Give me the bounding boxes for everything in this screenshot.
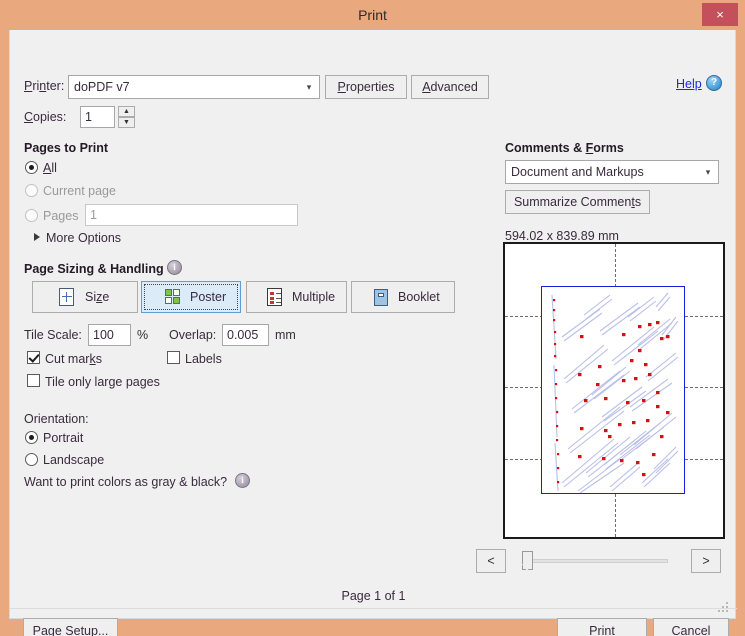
page-slider-thumb[interactable] bbox=[522, 551, 533, 571]
page-slider-track[interactable] bbox=[522, 559, 668, 563]
advanced-button-label: Advanced bbox=[422, 80, 478, 94]
next-page-button[interactable]: > bbox=[691, 549, 721, 573]
sizing-mode-booklet-label: Booklet bbox=[398, 290, 440, 304]
sizing-mode-size[interactable]: Size bbox=[32, 281, 138, 313]
page-indicator: Page 1 of 1 bbox=[341, 589, 406, 603]
sizing-mode-multiple-label: Multiple bbox=[292, 290, 336, 304]
advanced-button[interactable]: Advanced bbox=[411, 75, 489, 99]
chevron-right-icon[interactable] bbox=[34, 233, 40, 241]
tile-scale-label: Tile Scale: bbox=[24, 328, 82, 342]
info-icon-page-sizing[interactable]: i bbox=[167, 260, 182, 275]
size-icon bbox=[57, 288, 76, 307]
sizing-mode-size-label: Size bbox=[85, 290, 110, 304]
footer-divider bbox=[10, 608, 737, 609]
radio-landscape-label: Landscape bbox=[43, 453, 105, 467]
radio-pages[interactable] bbox=[25, 209, 38, 222]
close-icon[interactable]: × bbox=[702, 3, 738, 26]
tile-scale-input[interactable]: 100 bbox=[88, 324, 131, 346]
page-setup-button[interactable]: Page Setup... bbox=[23, 618, 118, 636]
print-preview bbox=[503, 242, 725, 539]
radio-portrait[interactable] bbox=[25, 431, 38, 444]
overlap-label: Overlap: bbox=[169, 328, 217, 342]
orientation-heading: Orientation: bbox=[24, 412, 89, 426]
printer-select-value: doPDF v7 bbox=[74, 80, 130, 94]
checkbox-tile-only-large-pages[interactable] bbox=[27, 374, 40, 387]
comments-forms-select-value: Document and Markups bbox=[511, 165, 644, 179]
booklet-icon bbox=[371, 288, 390, 307]
radio-landscape[interactable] bbox=[25, 453, 38, 466]
summarize-comments-label: Summarize Comments bbox=[513, 195, 642, 209]
radio-pages-label: Pages bbox=[43, 209, 79, 223]
chevron-down-icon: ▾ bbox=[698, 161, 718, 183]
properties-button[interactable]: Properties bbox=[325, 75, 407, 99]
page-sizing-heading: Page Sizing & Handling bbox=[24, 262, 164, 276]
triangle-down-icon: ▼ bbox=[123, 119, 130, 126]
help-icon[interactable]: ? bbox=[706, 75, 722, 91]
more-options-toggle[interactable]: More Options bbox=[46, 231, 121, 245]
printer-select[interactable]: doPDF v7 ▾ bbox=[68, 75, 320, 99]
copies-label: Copies: bbox=[24, 110, 67, 124]
print-dialog-window: Print × Printer: doPDF v7 ▾ Properties A… bbox=[0, 0, 745, 636]
info-icon-gray-black[interactable]: i bbox=[235, 473, 250, 488]
radio-all[interactable] bbox=[25, 161, 38, 174]
sizing-mode-booklet[interactable]: Booklet bbox=[351, 281, 455, 313]
radio-all-label: All bbox=[43, 161, 57, 175]
pages-to-print-heading: Pages to Print bbox=[24, 141, 109, 155]
copies-stepper[interactable]: ▲ ▼ bbox=[118, 106, 135, 128]
page-setup-button-label: Page Setup... bbox=[32, 624, 109, 636]
page-dimensions-text: 594.02 x 839.89 mm bbox=[505, 229, 619, 243]
checkbox-labels-label: Labels bbox=[185, 352, 222, 366]
sizing-mode-poster[interactable]: Poster bbox=[141, 281, 241, 313]
checkbox-tile-only-large-pages-label: Tile only large pages bbox=[45, 375, 160, 389]
summarize-comments-button[interactable]: Summarize Comments bbox=[505, 190, 650, 214]
window-title: Print bbox=[358, 7, 387, 23]
checkbox-cut-marks-label: Cut marks bbox=[45, 352, 102, 366]
preview-plot-graphic bbox=[551, 292, 679, 493]
radio-current-page[interactable] bbox=[25, 184, 38, 197]
poster-icon bbox=[164, 288, 183, 307]
tile-scale-unit: % bbox=[137, 328, 149, 342]
properties-button-label: Properties bbox=[337, 80, 395, 94]
print-button[interactable]: Print bbox=[557, 618, 647, 636]
printer-label: Printer: bbox=[24, 79, 65, 93]
triangle-up-icon: ▲ bbox=[123, 108, 130, 115]
previous-page-button[interactable]: < bbox=[476, 549, 506, 573]
chevron-down-icon: ▾ bbox=[299, 76, 319, 98]
copies-stepper-up[interactable]: ▲ bbox=[118, 106, 135, 117]
copies-input[interactable]: 1 bbox=[80, 106, 115, 128]
comments-forms-heading: Comments & Forms bbox=[505, 141, 624, 155]
checkbox-cut-marks[interactable] bbox=[27, 351, 40, 364]
help-link[interactable]: Help bbox=[676, 77, 702, 91]
comments-forms-select[interactable]: Document and Markups ▾ bbox=[505, 160, 719, 184]
gray-black-question: Want to print colors as gray & black? bbox=[24, 475, 228, 489]
overlap-unit: mm bbox=[275, 328, 296, 342]
cancel-button[interactable]: Cancel bbox=[653, 618, 729, 636]
multiple-icon bbox=[265, 288, 284, 307]
resize-grip[interactable] bbox=[718, 602, 730, 614]
radio-current-page-label: Current page bbox=[43, 184, 116, 198]
checkbox-labels[interactable] bbox=[167, 351, 180, 364]
sizing-mode-multiple[interactable]: Multiple bbox=[246, 281, 347, 313]
dialog-client-area: Printer: doPDF v7 ▾ Properties Advanced … bbox=[9, 30, 737, 636]
title-bar: Print × bbox=[0, 0, 745, 30]
copies-stepper-down[interactable]: ▼ bbox=[118, 117, 135, 128]
preview-content-area bbox=[541, 286, 685, 494]
overlap-input[interactable]: 0.005 bbox=[222, 324, 269, 346]
sizing-mode-poster-label: Poster bbox=[190, 290, 227, 304]
radio-portrait-label: Portrait bbox=[43, 431, 84, 445]
pages-range-input[interactable]: 1 bbox=[85, 204, 298, 226]
